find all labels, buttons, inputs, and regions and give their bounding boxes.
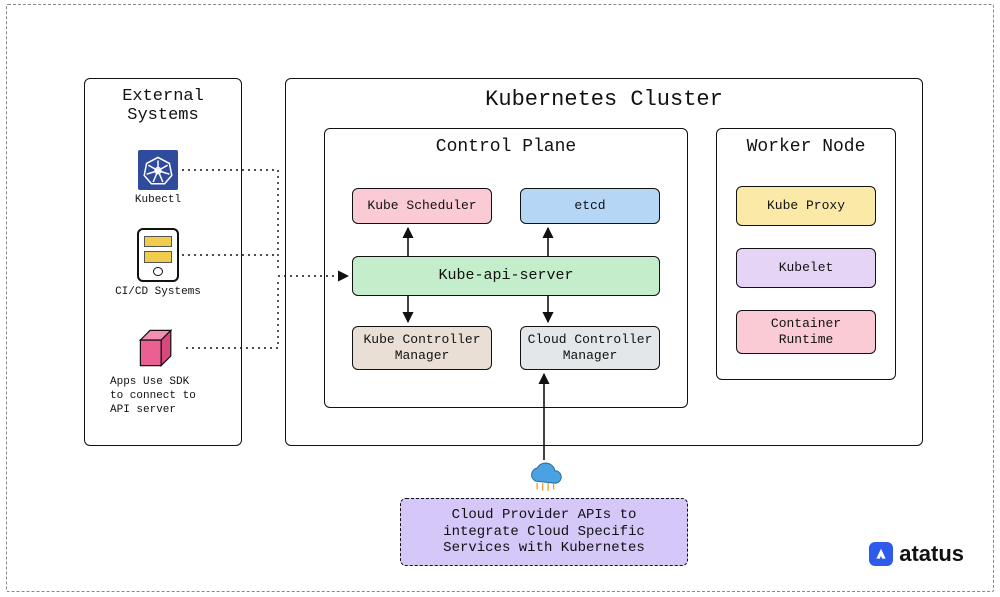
cloud-controller-manager-box: Cloud ControllerManager <box>520 326 660 370</box>
sdk-label: Apps Use SDKto connect toAPI server <box>110 376 206 417</box>
kube-api-server-box: Kube-api-server <box>352 256 660 296</box>
control-plane-title: Control Plane <box>325 137 687 157</box>
cicd-icon <box>137 228 179 282</box>
atatus-logo-text: atatus <box>899 541 964 567</box>
atatus-logo: atatus <box>869 541 964 567</box>
kube-scheduler-box: Kube Scheduler <box>352 188 492 224</box>
kubectl-label: Kubectl <box>120 194 196 208</box>
sdk-cube-icon <box>134 324 182 372</box>
worker-node-title: Worker Node <box>717 137 895 157</box>
cloud-icon <box>522 460 566 494</box>
atatus-logo-mark <box>869 542 893 566</box>
etcd-box: etcd <box>520 188 660 224</box>
container-runtime-box: ContainerRuntime <box>736 310 876 354</box>
external-systems-title: External Systems <box>85 87 241 125</box>
kubernetes-cluster-title: Kubernetes Cluster <box>286 87 922 112</box>
cicd-label: CI/CD Systems <box>112 286 204 300</box>
diagram-canvas: External Systems Kubectl CI/CD Systems A… <box>0 0 1000 597</box>
cloud-provider-apis-box: Cloud Provider APIs tointegrate Cloud Sp… <box>400 498 688 566</box>
kubelet-box: Kubelet <box>736 248 876 288</box>
kube-proxy-box: Kube Proxy <box>736 186 876 226</box>
kube-controller-manager-box: Kube ControllerManager <box>352 326 492 370</box>
kubectl-icon <box>138 150 178 190</box>
